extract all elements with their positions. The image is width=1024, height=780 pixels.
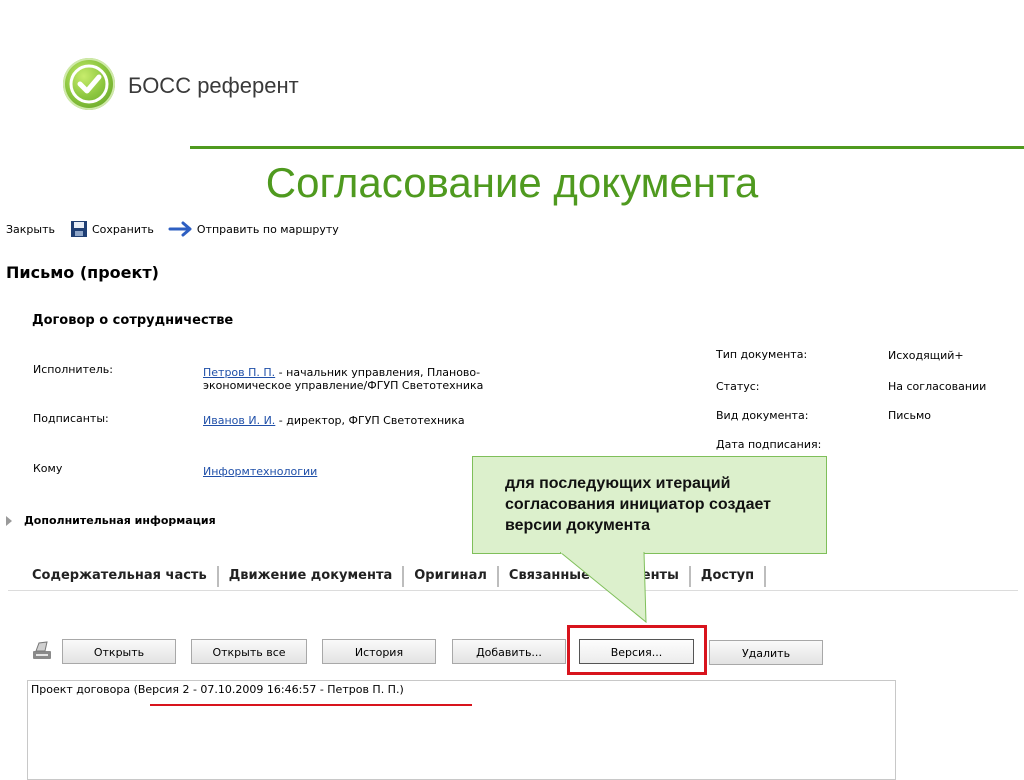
additional-info-label: Дополнительная информация bbox=[24, 514, 216, 527]
open-all-button[interactable]: Открыть все bbox=[191, 639, 307, 664]
save-label: Сохранить bbox=[92, 222, 154, 236]
prop-value: Исходящий+ bbox=[888, 349, 964, 362]
callout-pointer bbox=[560, 552, 647, 624]
tab-movement[interactable]: Движение документа bbox=[219, 566, 405, 587]
close-button[interactable]: Закрыть bbox=[6, 223, 55, 236]
arrow-right-icon bbox=[168, 221, 192, 237]
annotation-underline bbox=[150, 704, 472, 706]
prop-label: Вид документа: bbox=[716, 409, 809, 422]
to-label: Кому bbox=[33, 462, 63, 475]
open-button[interactable]: Открыть bbox=[62, 639, 176, 664]
prop-value: Письмо bbox=[888, 409, 931, 422]
scanner-icon[interactable] bbox=[30, 640, 54, 662]
signers-label: Подписанты: bbox=[33, 412, 109, 425]
brand-logo-icon bbox=[63, 58, 115, 110]
slide-title: Согласование документа bbox=[265, 159, 759, 206]
version-button-highlight bbox=[567, 625, 707, 675]
executor-desc-1: - начальник управления, Планово- bbox=[275, 366, 481, 379]
checkmark-icon bbox=[69, 64, 109, 104]
document-heading: Письмо (проект) bbox=[6, 263, 159, 282]
document-subject: Договор о сотрудничестве bbox=[32, 313, 234, 328]
toolbar: Закрыть Сохранить Отправить по маршруту bbox=[6, 221, 339, 237]
executor-value: Петров П. П. - начальник управления, Пла… bbox=[203, 366, 483, 392]
add-button[interactable]: Добавить... bbox=[452, 639, 566, 664]
signers-link[interactable]: Иванов И. И. bbox=[203, 414, 275, 427]
save-button[interactable]: Сохранить bbox=[55, 221, 154, 237]
prop-value: На согласовании bbox=[888, 380, 987, 393]
executor-link[interactable]: Петров П. П. bbox=[203, 366, 275, 379]
callout-text: для последующих итераций согласования ин… bbox=[505, 475, 771, 534]
send-route-label: Отправить по маршруту bbox=[196, 222, 339, 236]
expand-triangle-icon bbox=[6, 515, 12, 526]
prop-label: Дата подписания: bbox=[716, 438, 822, 451]
brand-name: БОСС референт bbox=[128, 73, 299, 98]
prop-label: Статус: bbox=[716, 380, 760, 393]
to-link[interactable]: Информтехнологии bbox=[203, 465, 317, 478]
tab-original[interactable]: Оригинал bbox=[404, 566, 499, 587]
tab-access[interactable]: Доступ bbox=[691, 566, 767, 587]
header-divider bbox=[190, 146, 1024, 149]
tabs-divider bbox=[8, 590, 1018, 591]
signers-desc: - директор, ФГУП Светотехника bbox=[275, 414, 465, 427]
executor-desc-2: экономическое управление/ФГУП Светотехни… bbox=[203, 379, 484, 392]
delete-button[interactable]: Удалить bbox=[709, 640, 823, 665]
executor-label: Исполнитель: bbox=[33, 363, 113, 376]
file-list-item[interactable]: Проект договора (Версия 2 - 07.10.2009 1… bbox=[31, 683, 404, 696]
floppy-disk-icon bbox=[71, 221, 87, 237]
signers-value: Иванов И. И. - директор, ФГУП Светотехни… bbox=[203, 414, 465, 427]
additional-info-toggle[interactable]: Дополнительная информация bbox=[6, 514, 216, 527]
tab-content[interactable]: Содержательная часть bbox=[22, 566, 219, 587]
prop-label: Тип документа: bbox=[716, 348, 808, 361]
send-route-button[interactable]: Отправить по маршруту bbox=[154, 221, 339, 237]
history-button[interactable]: История bbox=[322, 639, 436, 664]
